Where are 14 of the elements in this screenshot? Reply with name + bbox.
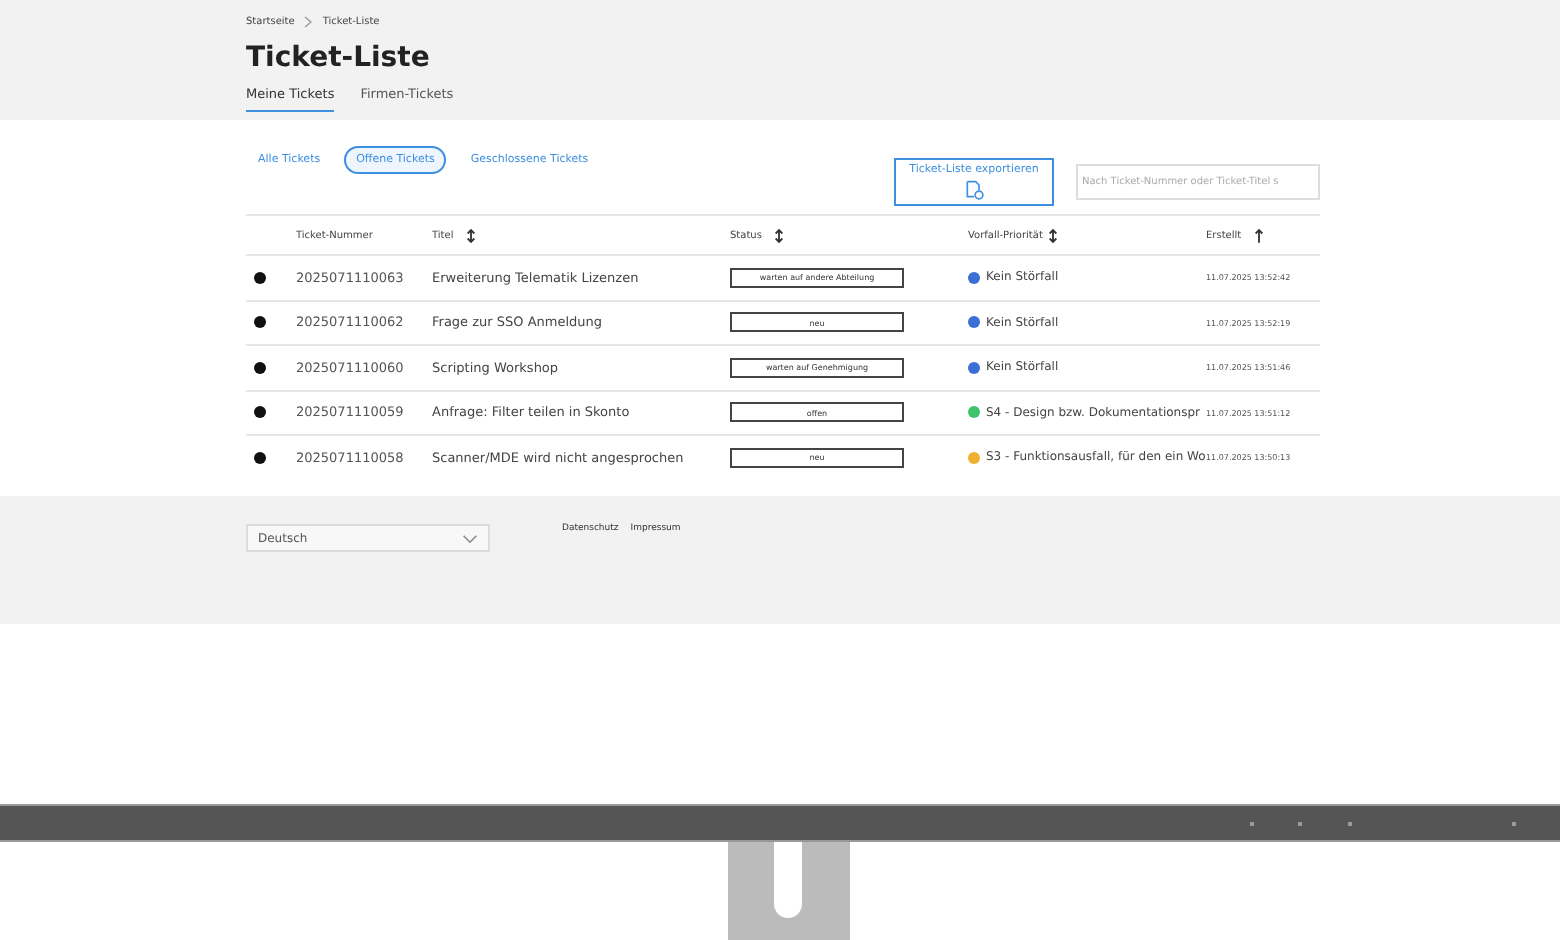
dot-icon (254, 316, 266, 329)
arrow-up-icon[interactable] (1253, 227, 1264, 243)
sort-icon[interactable] (465, 227, 476, 243)
monitor-stand-drawing (727, 842, 849, 940)
dot-icon (254, 406, 266, 419)
document-export-icon (964, 179, 984, 199)
dot-icon (254, 451, 266, 464)
chevron-right-icon (304, 16, 313, 28)
sort-icon[interactable] (773, 227, 784, 243)
chevron-down-icon (462, 533, 478, 543)
page-title: Ticket-Liste (246, 42, 432, 76)
dot-icon (254, 361, 266, 374)
dot-icon (254, 271, 266, 284)
sort-icon[interactable] (1048, 227, 1059, 243)
